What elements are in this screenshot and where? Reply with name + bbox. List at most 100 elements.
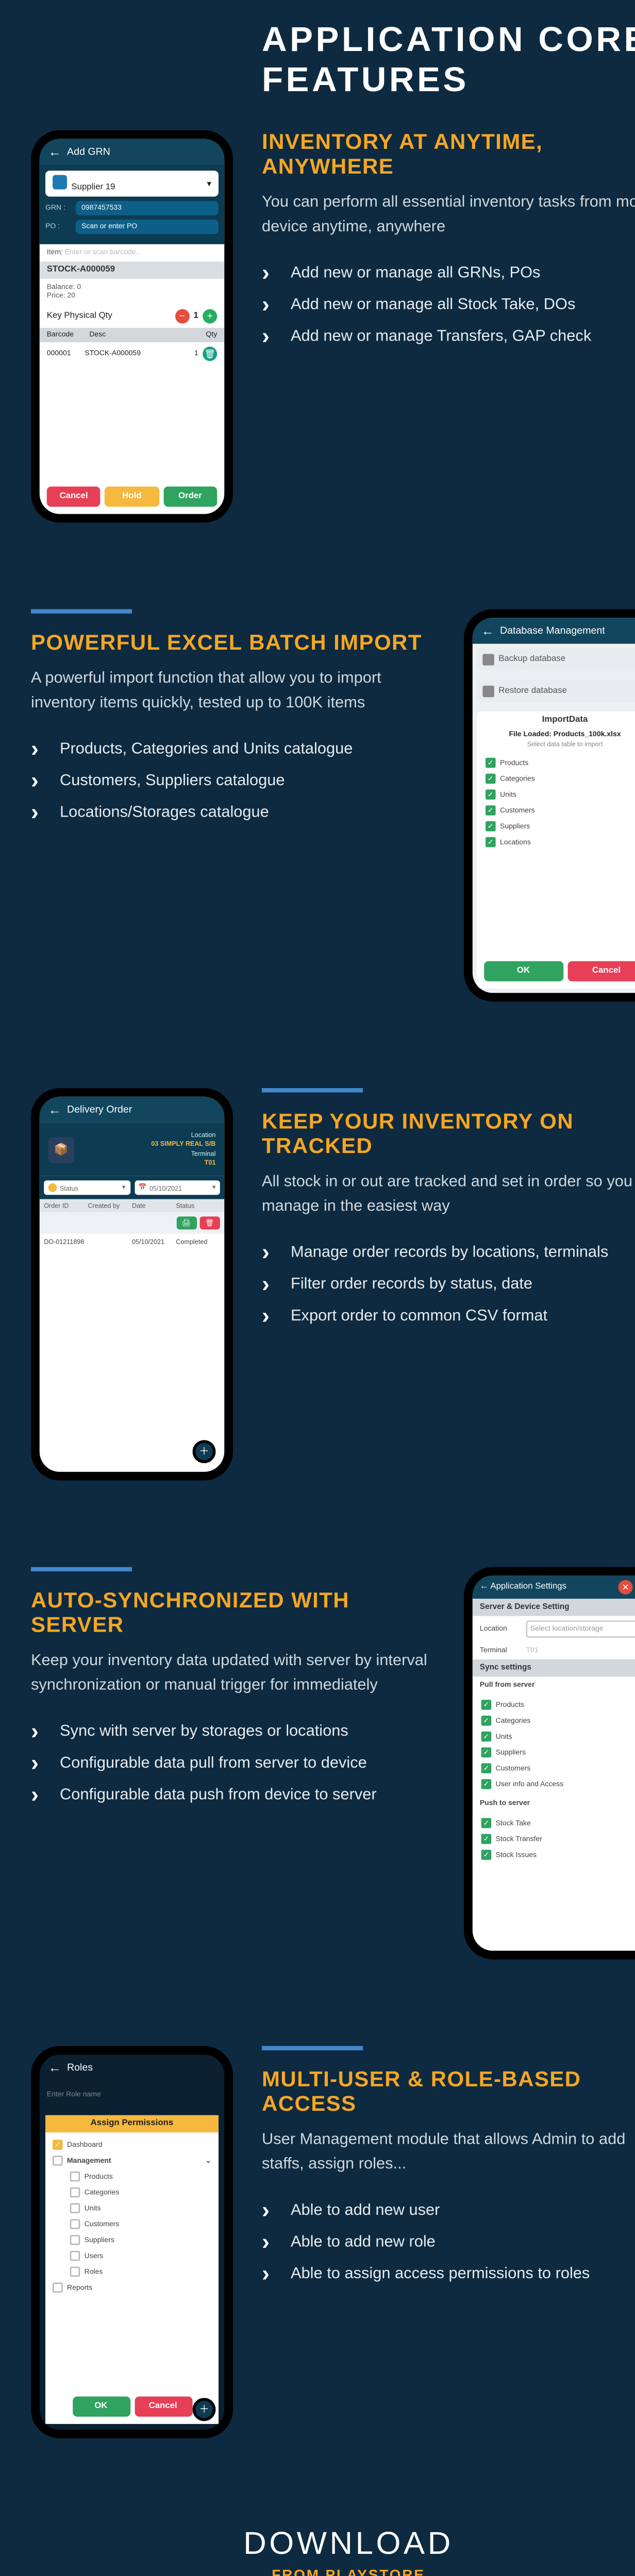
qty-plus-button[interactable]: +	[203, 309, 217, 324]
add-fab-button[interactable]: ＋	[193, 2398, 216, 2421]
back-icon[interactable]: ←	[48, 1103, 61, 1117]
chevron-down-icon: ▾	[207, 179, 211, 189]
pull-check[interactable]: ✓Categories	[481, 1713, 635, 1728]
grn-field[interactable]: 0987457533	[76, 201, 219, 215]
hold-button[interactable]: Hold	[105, 486, 159, 506]
checkbox-icon	[53, 2282, 63, 2293]
checkbox-icon: ✓	[481, 1834, 492, 1844]
section-desc: User Management module that allows Admin…	[262, 2128, 635, 2176]
chevron-down-icon: ▾	[122, 1183, 125, 1192]
table-row[interactable]: DO-0121189805/10/2021Completed	[40, 1234, 224, 1250]
do-topbar: ←Delivery Order	[40, 1097, 224, 1123]
status-filter[interactable]: Status▾	[44, 1181, 130, 1195]
roles-topbar: ←Roles	[40, 2055, 224, 2080]
item-input[interactable]: Enter or scan barcode..	[65, 248, 140, 257]
perm-child[interactable]: Users	[70, 2248, 211, 2264]
import-check-customers[interactable]: ✓Customers	[486, 803, 635, 819]
pull-check[interactable]: ✓Customers	[481, 1760, 635, 1776]
back-icon[interactable]: ←	[48, 2060, 61, 2075]
bullet-item: Sync with server by storages or location…	[31, 1723, 435, 1740]
restore-row[interactable]: Restore database	[477, 680, 635, 703]
perm-dashboard[interactable]: ✓Dashboard	[53, 2137, 211, 2153]
ok-button[interactable]: OK	[72, 2397, 130, 2417]
do-meta: Location03 SIMPLY REAL S/B TerminalT01	[151, 1131, 215, 1168]
bullet-item: Able to assign access permissions to rol…	[262, 2265, 635, 2283]
backup-row[interactable]: Backup database	[477, 648, 635, 671]
price-label: Price:	[47, 292, 65, 300]
balance-label: Balance:	[47, 283, 75, 292]
order-button[interactable]: Order	[163, 486, 218, 506]
bullet-item: Add new or manage all Stock Take, DOs	[262, 296, 635, 314]
ok-button[interactable]: OK	[484, 961, 563, 981]
phone-settings: ← Application Settings✕✓ Server & Device…	[464, 1567, 635, 1960]
perm-management[interactable]: Management⌄	[53, 2153, 211, 2168]
download-section: DOWNLOAD FROM PLAYSTORE	[31, 2525, 635, 2576]
import-file: File Loaded: Products_100k.xlsx	[477, 729, 635, 740]
section-title: KEEP YOUR INVENTORY ON TRACKED	[262, 1110, 635, 1159]
do-action-row: 🖨🗑	[40, 1212, 224, 1234]
calendar-icon: 📅	[139, 1183, 147, 1192]
section-title: MULTI-USER & ROLE-BASED ACCESS	[262, 2067, 635, 2116]
import-check-units[interactable]: ✓Units	[486, 787, 635, 803]
push-check[interactable]: ✓Stock Transfer	[481, 1831, 635, 1847]
stock-code: STOCK-A000059	[40, 262, 224, 279]
perm-child[interactable]: Categories	[70, 2184, 211, 2200]
price-val: 20	[67, 292, 75, 300]
pull-check[interactable]: ✓Products	[481, 1697, 635, 1713]
checkbox-icon	[70, 2203, 80, 2213]
backup-icon	[482, 654, 494, 665]
phone-roles: ←Roles Enter Role name Assign Permission…	[31, 2046, 233, 2438]
back-icon[interactable]: ←	[481, 623, 494, 638]
divider	[31, 609, 132, 613]
checkbox-icon: ✓	[481, 1716, 492, 1726]
import-check-products[interactable]: ✓Products	[486, 755, 635, 771]
pull-check[interactable]: ✓Units	[481, 1728, 635, 1744]
delete-icon[interactable]: 🗑	[199, 1217, 220, 1230]
cancel-button[interactable]: Cancel	[134, 2397, 192, 2417]
po-field[interactable]: Scan or enter PO	[76, 219, 219, 234]
perm-reports[interactable]: Reports	[53, 2280, 211, 2296]
print-icon[interactable]: 🖨	[176, 1217, 196, 1230]
bullet-item: Able to add new role	[262, 2233, 635, 2251]
pull-label: Pull from server	[473, 1676, 635, 1694]
bullet-item: Locations/Storages catalogue	[31, 804, 435, 821]
location-select[interactable]: Select location/storage▾	[526, 1620, 635, 1638]
add-fab-button[interactable]: ＋	[193, 1440, 216, 1463]
section-title: INVENTORY AT ANYTIME, ANYWHERE	[262, 130, 635, 179]
section-desc: All stock in or out are tracked and set …	[262, 1171, 635, 1218]
push-check[interactable]: ✓Stock Take	[481, 1815, 635, 1831]
settings-title: Application Settings	[490, 1583, 566, 1591]
cancel-button[interactable]: Cancel	[47, 486, 101, 506]
divider	[31, 1567, 132, 1571]
back-icon[interactable]: ←	[480, 1583, 489, 1591]
delete-icon[interactable]: 🗑	[203, 347, 217, 361]
po-label: PO :	[45, 223, 71, 231]
pull-check[interactable]: ✓User info and Access	[481, 1776, 635, 1792]
import-check-categories[interactable]: ✓Categories	[486, 771, 635, 787]
import-check-suppliers[interactable]: ✓Suppliers	[486, 818, 635, 834]
table-row: 000001STOCK-A0000591🗑	[40, 342, 224, 365]
perm-child[interactable]: Units	[70, 2200, 211, 2216]
db-title: Database Management	[500, 626, 605, 636]
main-title: APPLICATION CORE FEATURES	[262, 21, 635, 101]
cancel-button[interactable]: Cancel	[567, 961, 635, 981]
role-name-input[interactable]: Enter Role name	[47, 2088, 217, 2102]
item-label: Item:	[47, 248, 63, 257]
import-check-locations[interactable]: ✓Locations	[486, 834, 635, 850]
date-filter[interactable]: 📅05/10/2021▾	[134, 1181, 220, 1195]
perm-child[interactable]: Customers	[70, 2216, 211, 2232]
back-icon[interactable]: ←	[48, 145, 61, 159]
perm-child[interactable]: Products	[70, 2168, 211, 2184]
close-icon[interactable]: ✕	[619, 1580, 633, 1595]
perm-child[interactable]: Roles	[70, 2264, 211, 2280]
perm-child[interactable]: Suppliers	[70, 2232, 211, 2248]
checkbox-icon	[70, 2251, 80, 2261]
bullet-item: Filter order records by status, date	[262, 1276, 635, 1293]
pull-check[interactable]: ✓Suppliers	[481, 1744, 635, 1760]
download-title: DOWNLOAD	[31, 2525, 635, 2563]
import-sub: Select data table to import	[477, 740, 635, 752]
checkbox-icon: ✓	[53, 2140, 63, 2150]
qty-minus-button[interactable]: −	[175, 309, 189, 324]
supplier-dropdown[interactable]: Supplier 19▾	[45, 171, 219, 196]
push-check[interactable]: ✓Stock Issues	[481, 1847, 635, 1863]
